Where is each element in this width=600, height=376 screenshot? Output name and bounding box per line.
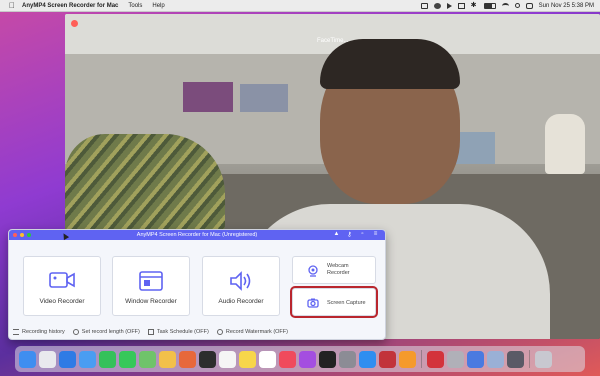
clock-icon [72, 329, 79, 335]
finder-window-icon[interactable] [467, 350, 484, 368]
dock-separator [421, 350, 422, 368]
camera-background-person [545, 114, 585, 174]
record-watermark-label: Record Watermark (OFF) [225, 329, 288, 335]
camera-painting-2 [240, 84, 288, 112]
systemprefs-icon[interactable] [339, 350, 356, 368]
schedule-icon [147, 329, 154, 335]
window-recorder-button[interactable]: Window Recorder [112, 256, 190, 316]
terminal-icon[interactable] [199, 350, 216, 368]
cart-icon[interactable]: ▲ [333, 231, 340, 238]
calendar-icon[interactable] [259, 350, 276, 368]
dock-separator [529, 350, 530, 368]
gear-icon[interactable] [507, 350, 524, 368]
box-icon[interactable] [457, 2, 465, 9]
menu-app-name[interactable]: AnyMP4 Screen Recorder for Mac [22, 3, 118, 9]
reminders-icon[interactable] [219, 350, 236, 368]
minimize-button[interactable] [20, 233, 24, 237]
speaker-icon [230, 271, 251, 291]
menu-clock[interactable]: Sun Nov 25 5:38 PM [539, 3, 594, 9]
audio-recorder-label: Audio Recorder [218, 298, 264, 305]
screen-record-icon[interactable] [420, 2, 428, 9]
screen-capture-highlight [290, 286, 378, 318]
webcam-icon [308, 265, 318, 277]
control-center-icon[interactable] [525, 2, 533, 9]
notes-icon[interactable] [239, 350, 256, 368]
facetime-close-button[interactable] [71, 20, 78, 27]
webcam-recorder-button[interactable]: Webcam Recorder [292, 256, 376, 284]
menu-tools[interactable]: Tools [128, 3, 142, 9]
mail-icon[interactable] [79, 350, 96, 368]
video-recorder-label: Video Recorder [39, 298, 85, 305]
notes-orange-icon[interactable] [179, 350, 196, 368]
safari-icon[interactable] [59, 350, 76, 368]
recording-history-label: Recording history [22, 329, 65, 335]
unknown-icon[interactable] [447, 350, 464, 368]
bluetooth-icon[interactable]: ✱ [471, 2, 478, 9]
launchpad-icon[interactable] [39, 350, 56, 368]
task-schedule-label: Task Schedule (OFF) [156, 329, 209, 335]
music-icon[interactable] [279, 350, 296, 368]
window-controls [13, 233, 31, 237]
apple-icon[interactable]:  [8, 1, 16, 10]
podcasts-icon[interactable] [299, 350, 316, 368]
camera-painting [183, 82, 233, 112]
titlebar-tools: ▲ ⚷ ▫ ≡ [333, 231, 379, 238]
chat-icon[interactable]: ▫ [359, 231, 366, 238]
dock [15, 346, 585, 372]
pages-icon[interactable] [399, 350, 416, 368]
appletv-icon[interactable] [319, 350, 336, 368]
menu-help[interactable]: Help [152, 3, 164, 9]
photobooth-icon[interactable] [379, 350, 396, 368]
window-title: AnyMP4 Screen Recorder for Mac (Unregist… [136, 232, 258, 238]
webcam-recorder-label: Webcam Recorder [327, 263, 350, 276]
watermark-icon [216, 329, 223, 335]
window-icon [139, 271, 163, 291]
video-camera-icon [49, 272, 75, 288]
key-icon[interactable]: ⚷ [346, 231, 353, 238]
screen-recorder-window: AnyMP4 Screen Recorder for Mac (Unregist… [8, 229, 386, 340]
audio-recorder-button[interactable]: Audio Recorder [202, 256, 280, 316]
testflight-icon[interactable] [359, 350, 376, 368]
camera-cloth [65, 134, 225, 244]
recording-history-link[interactable]: Recording history [13, 329, 65, 335]
preview-icon[interactable] [487, 350, 504, 368]
record-watermark-link[interactable]: Record Watermark (OFF) [216, 329, 288, 335]
set-record-length-link[interactable]: Set record length (OFF) [72, 329, 140, 335]
window-recorder-label: Window Recorder [125, 298, 177, 305]
menu-bar:  AnyMP4 Screen Recorder for Mac Tools H… [0, 0, 600, 12]
menu-status-area: ✱ Sun Nov 25 5:38 PM [420, 2, 600, 9]
zoom-button[interactable] [27, 233, 31, 237]
task-schedule-link[interactable]: Task Schedule (OFF) [147, 329, 209, 335]
menu-icon[interactable]: ≡ [372, 231, 379, 238]
search-icon[interactable] [514, 3, 520, 8]
trash-icon[interactable] [535, 350, 552, 368]
camera-ceiling [65, 14, 600, 54]
set-record-length-label: Set record length (OFF) [81, 329, 140, 335]
wifi-icon[interactable] [501, 2, 509, 9]
finder-icon[interactable] [19, 350, 36, 368]
battery-icon[interactable] [483, 2, 496, 9]
play-icon[interactable] [446, 2, 452, 9]
maps-icon[interactable] [139, 350, 156, 368]
facetime-icon[interactable] [99, 350, 116, 368]
list-icon [13, 329, 19, 335]
messages-icon[interactable] [119, 350, 136, 368]
screenrecorder-icon[interactable] [427, 350, 444, 368]
video-recorder-button[interactable]: Video Recorder [23, 256, 101, 316]
close-button[interactable] [13, 233, 17, 237]
window-footer: Recording history Set record length (OFF… [9, 325, 385, 339]
photos-icon[interactable] [159, 350, 176, 368]
camera-person-hair [320, 39, 460, 89]
facetime-title: FaceTime... [317, 38, 349, 44]
record-icon[interactable] [433, 2, 441, 9]
